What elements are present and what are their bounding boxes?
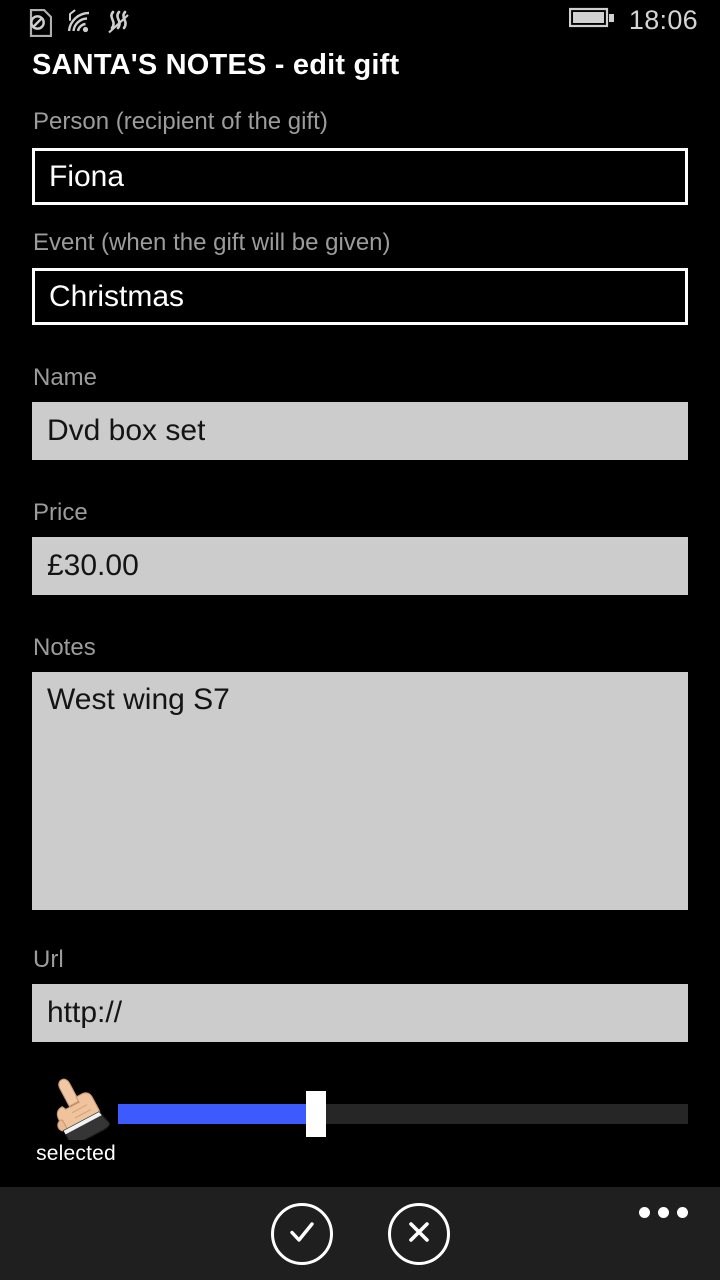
ellipsis-dot-icon	[657, 1206, 669, 1218]
name-input[interactable]: Dvd box set	[32, 402, 688, 460]
pointing-hand-icon	[41, 1070, 111, 1145]
slider-thumb[interactable]	[306, 1091, 327, 1137]
notes-input-value: West wing S7	[47, 683, 230, 716]
more-menu-button[interactable]	[631, 1195, 695, 1229]
ellipsis-dot-icon	[676, 1206, 688, 1218]
notes-field-label: Notes	[33, 634, 96, 661]
name-field-label: Name	[33, 364, 98, 391]
url-input[interactable]: http://	[32, 984, 688, 1042]
save-button[interactable]	[270, 1203, 333, 1265]
person-field-value: Fiona	[49, 159, 125, 193]
cursor-state-label: selected	[36, 1142, 116, 1165]
slider-fill	[118, 1104, 307, 1124]
battery-full-icon	[568, 6, 615, 35]
price-input-value: £30.00	[47, 549, 139, 582]
close-icon	[404, 1217, 434, 1252]
wifi-signal-icon	[65, 9, 93, 42]
app-bar-buttons	[0, 1203, 720, 1265]
url-input-value: http://	[47, 996, 123, 1029]
name-input-value: Dvd box set	[47, 414, 206, 447]
cancel-button[interactable]	[387, 1203, 450, 1265]
pointing-hand-cursor: selected	[30, 1070, 122, 1166]
url-field-label: Url	[33, 946, 64, 973]
price-field-label: Price	[33, 499, 88, 526]
notes-input[interactable]: West wing S7	[32, 672, 688, 910]
person-field[interactable]: Fiona	[32, 148, 688, 205]
check-icon	[285, 1215, 319, 1254]
event-field-value: Christmas	[49, 279, 185, 313]
app-bar	[0, 1187, 720, 1280]
event-field[interactable]: Christmas	[32, 268, 688, 325]
sim-card-blocked-icon	[28, 8, 53, 42]
phone-screen: 18:06 SANTA'S NOTES - edit gift Person (…	[0, 0, 720, 1280]
status-bar: 18:06	[0, 0, 720, 46]
cellular-signal-icon	[106, 9, 132, 42]
page-title: SANTA'S NOTES - edit gift	[32, 49, 400, 81]
price-input[interactable]: £30.00	[32, 537, 688, 595]
person-field-label: Person (recipient of the gift)	[33, 108, 328, 135]
status-bar-left-icons	[28, 8, 132, 42]
ellipsis-dot-icon	[638, 1206, 650, 1218]
event-field-label: Event (when the gift will be given)	[33, 229, 391, 256]
status-bar-clock: 18:06	[628, 5, 698, 35]
scroll-slider[interactable]	[118, 1091, 688, 1137]
status-bar-right: 18:06	[568, 5, 698, 36]
